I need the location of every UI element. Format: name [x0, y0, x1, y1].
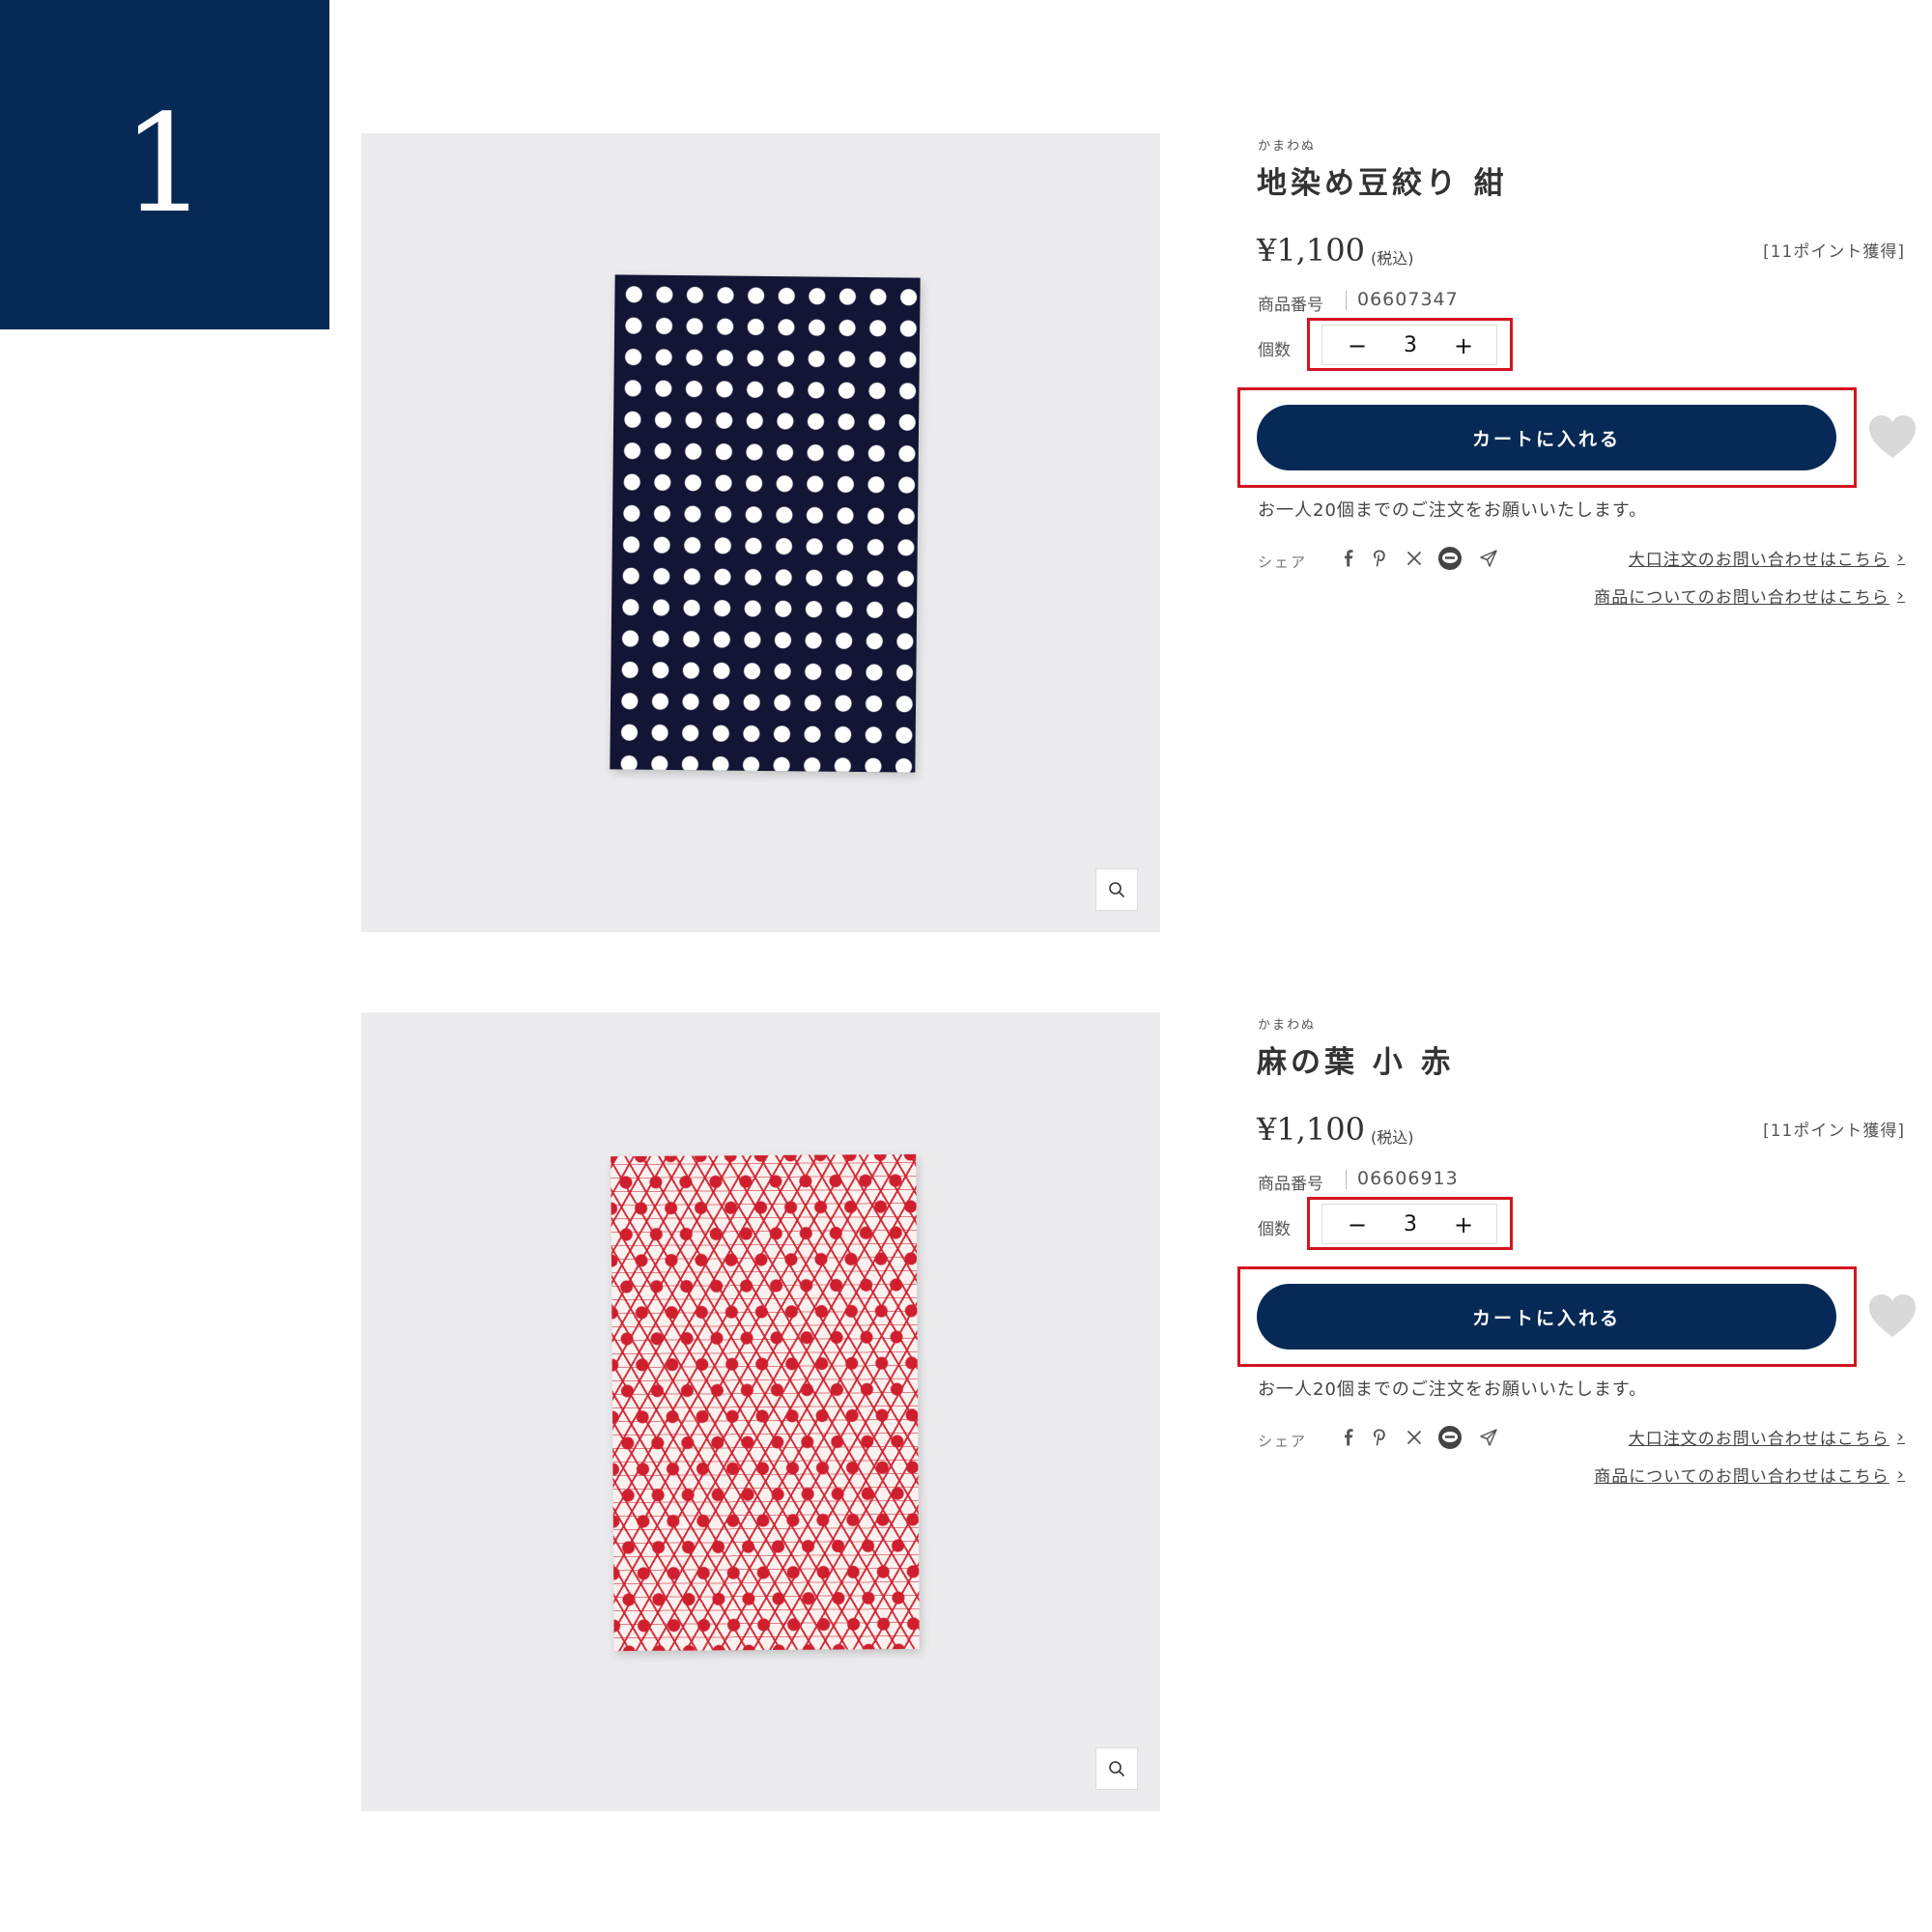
product-inquiry-label: 商品についてのお問い合わせはこちら [1594, 1467, 1889, 1487]
heart-icon [1869, 1294, 1916, 1337]
product-code-value: 06606913 [1357, 1168, 1459, 1189]
send-icon[interactable] [1474, 544, 1503, 573]
order-limit-note: お一人20個までのご注文をお願いいたします。 [1258, 1379, 1648, 1400]
quantity-increase-button[interactable]: + [1444, 1208, 1483, 1241]
x-icon[interactable] [1400, 1423, 1429, 1452]
add-to-cart-button[interactable]: カートに入れる [1257, 405, 1836, 470]
order-limit-note: お一人20個までのご注文をお願いいたします。 [1258, 500, 1648, 521]
divider [1346, 291, 1347, 310]
bulk-order-inquiry-link[interactable]: 大口注文のお問い合わせはこちら › [1629, 1425, 1905, 1449]
product-photo [361, 1012, 1160, 1811]
x-icon[interactable] [1400, 544, 1429, 573]
magnifier-icon [1109, 1761, 1124, 1776]
red-asanoha-tenugui [611, 1153, 920, 1652]
brand-ruby: かまわぬ [1258, 139, 1317, 154]
quantity-label: 個数 [1258, 1220, 1291, 1239]
favorite-button[interactable] [1867, 1293, 1918, 1339]
magnifier-icon [1109, 882, 1124, 897]
zoom-button[interactable] [1095, 1747, 1138, 1790]
product-title: 麻の葉 小 赤 [1257, 1045, 1455, 1080]
product-inquiry-link[interactable]: 商品についてのお問い合わせはこちら › [1594, 583, 1905, 608]
facebook-icon[interactable] [1334, 1423, 1363, 1452]
line-icon[interactable] [1435, 1423, 1464, 1452]
navy-polka-dot-tenugui [610, 274, 921, 773]
brand-ruby: かまわぬ [1258, 1018, 1317, 1033]
bulk-order-inquiry-link[interactable]: 大口注文のお問い合わせはこちら › [1629, 546, 1905, 570]
product-info: かまわぬ 麻の葉 小 赤 ¥1,100 (税込) [11ポイント獲得] 商品番号… [1237, 1012, 1916, 1814]
chevron-right-icon: › [1896, 548, 1905, 568]
heart-icon [1869, 415, 1916, 458]
points-earned: [11ポイント獲得] [1763, 242, 1905, 262]
product-info: かまわぬ 地染め豆絞り 紺 ¥1,100 (税込) [11ポイント獲得] 商品番… [1237, 133, 1916, 935]
chevron-right-icon: › [1896, 585, 1905, 606]
send-icon[interactable] [1474, 1423, 1503, 1452]
share-label: シェア [1258, 554, 1308, 571]
product-code-value: 06607347 [1357, 289, 1459, 310]
tax-note: (税込) [1371, 249, 1414, 268]
product-price: ¥1,100 [1257, 1111, 1365, 1148]
product-title: 地染め豆絞り 紺 [1257, 166, 1508, 201]
quantity-decrease-button[interactable]: − [1338, 329, 1377, 362]
add-to-cart-button[interactable]: カートに入れる [1257, 1284, 1836, 1350]
zoom-button[interactable] [1095, 868, 1138, 911]
line-icon[interactable] [1435, 544, 1464, 573]
product-price: ¥1,100 [1257, 232, 1365, 269]
favorite-button[interactable] [1867, 413, 1918, 460]
pinterest-icon[interactable] [1365, 1423, 1394, 1452]
chevron-right-icon: › [1896, 1464, 1905, 1485]
share-label: シェア [1258, 1433, 1308, 1450]
quantity-increase-button[interactable]: + [1444, 329, 1483, 362]
quantity-stepper: − 3 + [1321, 325, 1497, 365]
facebook-icon[interactable] [1334, 544, 1363, 573]
bulk-order-inquiry-label: 大口注文のお問い合わせはこちら [1628, 551, 1889, 570]
quantity-stepper: − 3 + [1321, 1204, 1497, 1244]
divider [1346, 1170, 1347, 1189]
chevron-right-icon: › [1896, 1427, 1905, 1447]
product-photo [361, 133, 1160, 932]
product-card: かまわぬ 地染め豆絞り 紺 ¥1,100 (税込) [11ポイント獲得] 商品番… [0, 133, 1932, 935]
quantity-value[interactable]: 3 [1381, 1208, 1439, 1241]
quantity-label: 個数 [1258, 341, 1291, 360]
quantity-decrease-button[interactable]: − [1338, 1208, 1377, 1241]
product-inquiry-link[interactable]: 商品についてのお問い合わせはこちら › [1594, 1463, 1905, 1487]
product-code-label: 商品番号 [1258, 1175, 1323, 1194]
product-card: かまわぬ 麻の葉 小 赤 ¥1,100 (税込) [11ポイント獲得] 商品番号… [0, 1012, 1932, 1814]
product-inquiry-label: 商品についてのお問い合わせはこちら [1594, 588, 1889, 608]
pinterest-icon[interactable] [1365, 544, 1394, 573]
quantity-value[interactable]: 3 [1381, 329, 1439, 362]
points-earned: [11ポイント獲得] [1763, 1122, 1905, 1141]
tax-note: (税込) [1371, 1128, 1414, 1147]
product-code-label: 商品番号 [1258, 296, 1323, 315]
bulk-order-inquiry-label: 大口注文のお問い合わせはこちら [1628, 1430, 1889, 1449]
